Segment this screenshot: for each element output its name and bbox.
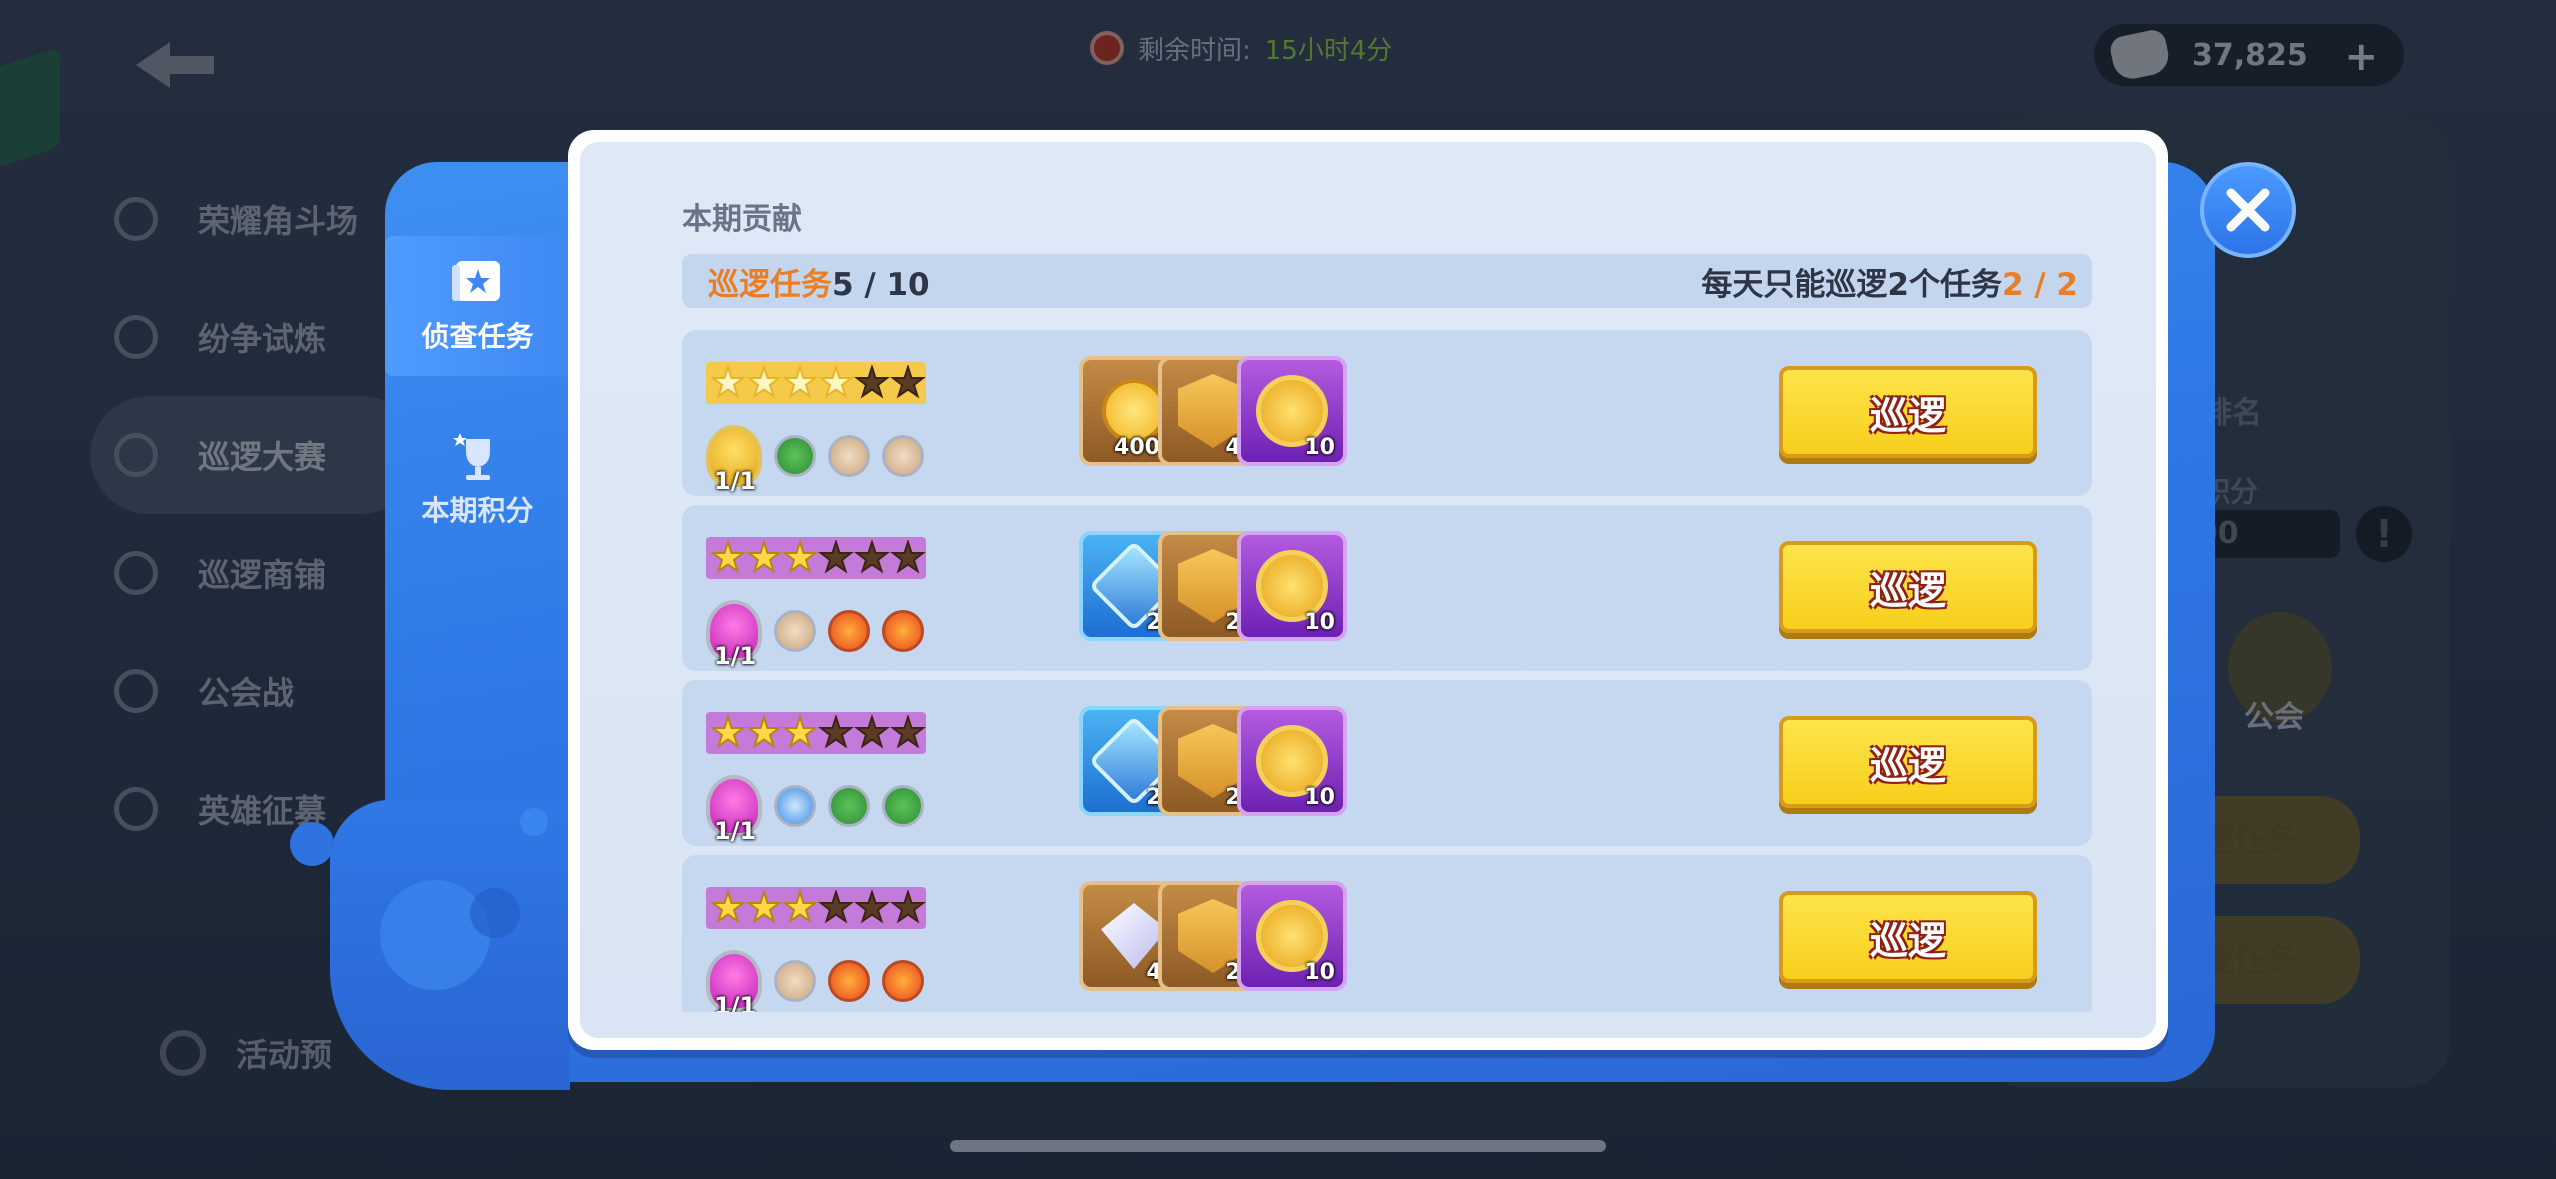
home-indicator[interactable]	[950, 1140, 1606, 1152]
task-row: 1/1 400K 40 10 巡逻	[682, 330, 2092, 496]
star-icon	[818, 715, 854, 749]
contribution-dialog: 本期贡献 巡逻任务5 / 10 每天只能巡逻2个任务2 / 2 1/1 400K	[568, 130, 2168, 1050]
hero-count: 1/1	[714, 642, 757, 670]
task-row: 1/1 40 20 10 巡逻	[682, 855, 2092, 1012]
requirements: 1/1	[706, 425, 924, 495]
decoration-dot	[520, 808, 548, 836]
star-icon	[890, 715, 926, 749]
patrol-task-label: 巡逻任务	[708, 266, 832, 303]
star-icon	[854, 540, 890, 574]
patrol-button[interactable]: 巡逻	[1779, 891, 2037, 983]
reward-qty: 10	[1304, 610, 1335, 635]
close-icon	[2226, 188, 2270, 232]
patrol-button[interactable]: 巡逻	[1779, 716, 2037, 808]
patrol-task-progress: 巡逻任务5 / 10	[708, 259, 930, 304]
star-icon	[818, 540, 854, 574]
requirements: 1/1	[706, 600, 924, 670]
star-icon	[854, 715, 890, 749]
task-row: 1/1 20 20 10 巡逻	[682, 505, 2092, 671]
daily-limit-count: 2 / 2	[2001, 266, 2078, 303]
tab-label: 侦查任务	[421, 320, 534, 353]
reward-qty: 10	[1304, 785, 1335, 810]
patrol-button[interactable]: 巡逻	[1779, 541, 2037, 633]
fire-element-icon	[828, 610, 870, 652]
reward-qty: 10	[1304, 435, 1335, 460]
trophy-star-icon	[452, 433, 490, 480]
summary-bar: 巡逻任务5 / 10 每天只能巡逻2个任务2 / 2	[682, 254, 2092, 308]
grass-element-icon	[882, 785, 924, 827]
grass-element-icon	[774, 435, 816, 477]
wood-element-icon	[774, 960, 816, 1002]
star-rating	[706, 362, 926, 404]
star-icon	[854, 890, 890, 924]
fire-element-icon	[882, 610, 924, 652]
star-icon	[746, 540, 782, 574]
star-icon	[890, 365, 926, 399]
reward-slot[interactable]: 10	[1237, 356, 1347, 466]
hero-icon: 1/1	[706, 950, 762, 1012]
task-row: 1/1 20 20 10 巡逻	[682, 680, 2092, 846]
gold-coin-icon	[1102, 379, 1166, 443]
decoration-dot	[470, 888, 520, 938]
reward-slot[interactable]: 10	[1237, 706, 1347, 816]
fire-element-icon	[882, 960, 924, 1002]
wood-element-icon	[774, 610, 816, 652]
star-icon	[782, 715, 818, 749]
requirements: 1/1	[706, 775, 924, 845]
star-icon	[710, 540, 746, 574]
reward-qty: 10	[1304, 960, 1335, 985]
close-button[interactable]	[2200, 162, 2296, 258]
wood-element-icon	[882, 435, 924, 477]
star-icon	[782, 890, 818, 924]
wood-element-icon	[828, 435, 870, 477]
star-icon	[710, 715, 746, 749]
star-icon	[710, 365, 746, 399]
star-icon	[818, 890, 854, 924]
star-rating	[706, 712, 926, 754]
star-icon	[782, 365, 818, 399]
tab-scout-task[interactable]: 侦查任务	[385, 236, 570, 376]
decoration-dot	[290, 822, 334, 866]
star-rating	[706, 537, 926, 579]
star-rating	[706, 887, 926, 929]
dialog-body: 本期贡献 巡逻任务5 / 10 每天只能巡逻2个任务2 / 2 1/1 400K	[580, 142, 2156, 1038]
grass-element-icon	[828, 785, 870, 827]
star-icon	[746, 890, 782, 924]
star-icon	[746, 365, 782, 399]
requirements: 1/1	[706, 950, 924, 1012]
star-icon	[890, 540, 926, 574]
daily-limit: 每天只能巡逻2个任务2 / 2	[1701, 259, 2078, 304]
star-icon	[710, 890, 746, 924]
hero-icon: 1/1	[706, 600, 762, 670]
reward-slot[interactable]: 10	[1237, 881, 1347, 991]
task-list[interactable]: 1/1 400K 40 10 巡逻 1/1 20	[682, 330, 2092, 1012]
hero-icon: 1/1	[706, 775, 762, 845]
tab-label: 本期积分	[421, 494, 534, 527]
decoration-dot	[380, 880, 490, 990]
hero-icon: 1/1	[706, 425, 762, 495]
star-icon	[818, 365, 854, 399]
hero-count: 1/1	[714, 992, 757, 1012]
water-element-icon	[774, 785, 816, 827]
star-icon	[746, 715, 782, 749]
fire-element-icon	[828, 960, 870, 1002]
hero-count: 1/1	[714, 467, 757, 495]
star-icon	[854, 365, 890, 399]
patrol-button[interactable]: 巡逻	[1779, 366, 2037, 458]
scout-card-icon	[451, 261, 500, 301]
patrol-task-count: 5 / 10	[832, 266, 930, 303]
daily-limit-label: 每天只能巡逻2个任务	[1701, 266, 2002, 303]
section-title: 本期贡献	[682, 202, 802, 237]
star-icon	[782, 540, 818, 574]
reward-slot[interactable]: 10	[1237, 531, 1347, 641]
star-icon	[890, 890, 926, 924]
hero-count: 1/1	[714, 817, 757, 845]
tab-period-points[interactable]: 本期积分	[385, 410, 570, 550]
